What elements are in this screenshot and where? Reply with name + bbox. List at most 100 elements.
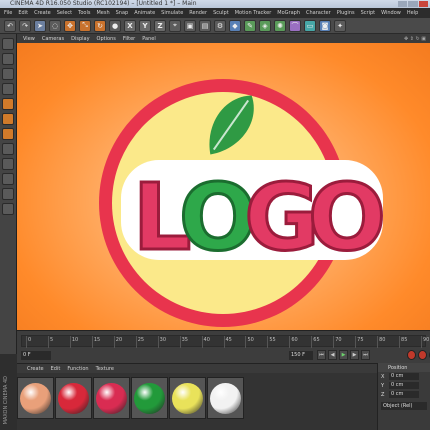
menu-tools[interactable]: Tools bbox=[78, 10, 90, 16]
points-mode-icon[interactable] bbox=[2, 98, 14, 110]
current-frame-field[interactable]: 0 F bbox=[21, 351, 51, 360]
timeline-tick-label: 55 bbox=[269, 337, 276, 343]
menu-script[interactable]: Script bbox=[361, 10, 376, 16]
texture-mode-icon[interactable] bbox=[2, 68, 14, 80]
lock-workplane-icon[interactable] bbox=[2, 203, 14, 215]
menu-edit[interactable]: Edit bbox=[18, 10, 28, 16]
render-picture-viewer-icon[interactable]: ▤ bbox=[199, 19, 211, 32]
axis-mode-icon[interactable] bbox=[2, 143, 14, 155]
menu-mograph[interactable]: MoGraph bbox=[277, 10, 300, 16]
play-icon[interactable]: ▶ bbox=[339, 350, 348, 360]
timeline-tick bbox=[421, 336, 422, 348]
material-swatch[interactable] bbox=[17, 377, 54, 419]
live-select-icon[interactable]: ◌ bbox=[49, 19, 61, 32]
minimize-button[interactable] bbox=[398, 1, 408, 7]
autokey-icon[interactable] bbox=[418, 350, 427, 360]
viewport-menu-panel[interactable]: Panel bbox=[142, 36, 156, 42]
menu-simulate[interactable]: Simulate bbox=[161, 10, 183, 16]
menu-motion-tracker[interactable]: Motion Tracker bbox=[235, 10, 272, 16]
render-view-icon[interactable]: ▣ bbox=[184, 19, 196, 32]
menu-help[interactable]: Help bbox=[407, 10, 418, 16]
viewport-menu-cameras[interactable]: Cameras bbox=[42, 36, 64, 42]
timeline-tick bbox=[157, 336, 159, 348]
coordinate-mode-select[interactable]: Object (Rel) bbox=[381, 402, 427, 410]
timeline-tick bbox=[223, 336, 225, 348]
render-settings-icon[interactable]: ⚙ bbox=[214, 19, 226, 32]
workplane-icon[interactable] bbox=[2, 83, 14, 95]
viewport-menu-options[interactable]: Options bbox=[97, 36, 116, 42]
material-swatch[interactable] bbox=[55, 377, 92, 419]
next-key-icon[interactable]: ▶ bbox=[350, 350, 359, 360]
z-axis-lock-button[interactable]: Z bbox=[154, 19, 166, 32]
timeline-tick-label: 5 bbox=[49, 337, 54, 343]
menu-file[interactable]: File bbox=[4, 10, 12, 16]
rotate-tool-icon[interactable]: ↻ bbox=[94, 19, 106, 32]
menu-sculpt[interactable]: Sculpt bbox=[213, 10, 229, 16]
edges-mode-icon[interactable] bbox=[2, 113, 14, 125]
viewport-nav-icons[interactable]: ✥ ⇕ ↻ ▣ bbox=[404, 36, 426, 42]
menu-create[interactable]: Create bbox=[34, 10, 51, 16]
viewport-menu-view[interactable]: View bbox=[23, 36, 35, 42]
tweak-mode-icon[interactable] bbox=[2, 158, 14, 170]
material-menu-function[interactable]: Function bbox=[67, 366, 88, 372]
timeline-tick-label: 15 bbox=[93, 337, 101, 343]
snap-icon[interactable] bbox=[2, 173, 14, 185]
maximize-button[interactable] bbox=[408, 1, 418, 7]
redo-icon[interactable]: ↷ bbox=[19, 19, 31, 32]
menu-render[interactable]: Render bbox=[189, 10, 207, 16]
solo-icon[interactable] bbox=[2, 188, 14, 200]
move-tool-icon[interactable]: ✥ bbox=[64, 19, 76, 32]
scale-tool-icon[interactable]: ⤡ bbox=[79, 19, 91, 32]
material-swatch[interactable] bbox=[169, 377, 206, 419]
menu-mesh[interactable]: Mesh bbox=[96, 10, 109, 16]
undo-icon[interactable]: ↶ bbox=[4, 19, 16, 32]
spline-pen-icon[interactable]: ✎ bbox=[244, 19, 256, 32]
menu-snap[interactable]: Snap bbox=[116, 10, 129, 16]
previous-key-icon[interactable]: ◀ bbox=[328, 350, 337, 360]
viewport-menu-display[interactable]: Display bbox=[71, 36, 89, 42]
array-icon[interactable]: ✺ bbox=[274, 19, 286, 32]
bend-deformer-icon[interactable]: ⌒ bbox=[289, 19, 301, 32]
subdivision-surface-icon[interactable]: ◈ bbox=[259, 19, 271, 32]
menu-window[interactable]: Window bbox=[381, 10, 401, 16]
go-to-start-icon[interactable]: ⏮ bbox=[317, 350, 326, 360]
material-menu-create[interactable]: Create bbox=[27, 366, 44, 372]
record-key-icon[interactable] bbox=[407, 350, 416, 360]
x-axis-lock-button[interactable]: X bbox=[124, 19, 136, 32]
material-swatch[interactable] bbox=[131, 377, 168, 419]
make-editable-icon[interactable] bbox=[2, 38, 14, 50]
timeline-ruler[interactable]: 0 5 10 15 20 25 30 35 40 45 50 55 60 65 70 75 80 85 90 bbox=[21, 335, 429, 348]
perspective-viewport[interactable]: L O G O bbox=[17, 43, 430, 330]
material-preview-sphere bbox=[20, 382, 51, 414]
material-menu-edit[interactable]: Edit bbox=[51, 366, 61, 372]
menu-plugins[interactable]: Plugins bbox=[337, 10, 355, 16]
y-axis-lock-button[interactable]: Y bbox=[139, 19, 151, 32]
window-title: CINEMA 4D R16.050 Studio (RC102194) – [U… bbox=[10, 0, 197, 7]
recent-tool-icon[interactable]: ● bbox=[109, 19, 121, 32]
material-menu-texture[interactable]: Texture bbox=[96, 366, 114, 372]
material-swatch[interactable] bbox=[207, 377, 244, 419]
position-y-field[interactable]: 0 cm bbox=[389, 382, 419, 389]
cube-primitive-icon[interactable]: ◆ bbox=[229, 19, 241, 32]
floor-icon[interactable]: ▭ bbox=[304, 19, 316, 32]
menu-animate[interactable]: Animate bbox=[134, 10, 155, 16]
menu-character[interactable]: Character bbox=[306, 10, 331, 16]
viewport-menu-filter[interactable]: Filter bbox=[123, 36, 135, 42]
camera-icon[interactable]: ◙ bbox=[319, 19, 331, 32]
select-arrow-icon[interactable]: ➤ bbox=[34, 19, 46, 32]
world-coordinate-icon[interactable]: ⌖ bbox=[169, 19, 181, 32]
polygons-mode-icon[interactable] bbox=[2, 128, 14, 140]
material-swatch[interactable] bbox=[93, 377, 130, 419]
timeline-tick-label: 70 bbox=[335, 337, 342, 343]
position-x-field[interactable]: 0 cm bbox=[389, 373, 419, 380]
close-button[interactable] bbox=[418, 1, 428, 7]
timeline-tick bbox=[267, 336, 269, 348]
timeline-tick-label: 45 bbox=[225, 337, 232, 343]
position-z-field[interactable]: 0 cm bbox=[389, 391, 419, 398]
go-to-end-icon[interactable]: ⏭ bbox=[361, 350, 370, 360]
light-icon[interactable]: ✦ bbox=[334, 19, 346, 32]
timeline-tick-label: 60 bbox=[291, 337, 298, 343]
end-frame-field[interactable]: 150 F bbox=[289, 351, 313, 360]
model-mode-icon[interactable] bbox=[2, 53, 14, 65]
menu-select[interactable]: Select bbox=[57, 10, 72, 16]
